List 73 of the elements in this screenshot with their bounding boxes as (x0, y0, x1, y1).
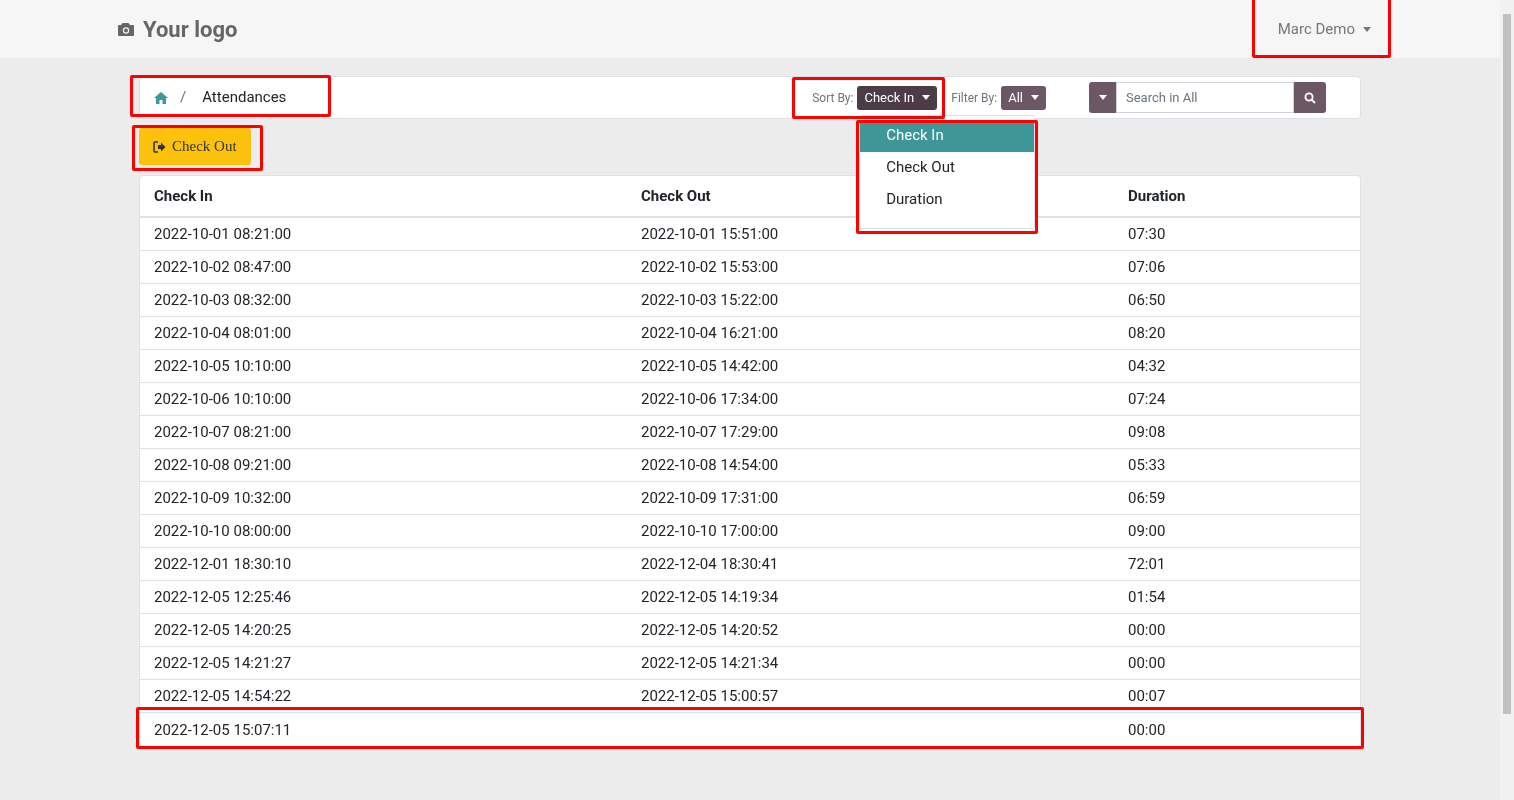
column-header: Check In (154, 187, 213, 205)
table-cell: 04:32 (1128, 357, 1166, 375)
table-cell: 72:01 (1128, 555, 1166, 573)
exit-icon (153, 140, 166, 153)
table-cell: 2022-10-09 10:32:00 (154, 489, 292, 507)
table-cell: 2022-12-05 14:19:34 (641, 588, 779, 606)
table-cell: 00:00 (1128, 654, 1166, 672)
table-cell: 00:00 (1128, 621, 1166, 639)
table-cell: 2022-12-05 15:00:57 (641, 687, 779, 705)
table-cell: 08:20 (1128, 324, 1166, 342)
table-cell: 09:00 (1128, 522, 1166, 540)
table-cell: 2022-12-05 14:20:25 (154, 621, 292, 639)
sort-dropdown[interactable]: Check In (857, 85, 938, 110)
table-cell: 2022-10-08 14:54:00 (641, 456, 779, 474)
search-options-button[interactable] (1089, 82, 1116, 113)
caret-icon (1031, 95, 1039, 100)
table-cell: 2022-10-01 08:21:00 (154, 225, 292, 243)
table-cell: 2022-12-05 15:07:11 (154, 720, 292, 739)
table-cell: 2022-10-03 15:22:00 (641, 291, 779, 309)
table-cell: 2022-12-05 14:21:27 (154, 654, 292, 672)
table-cell: 01:54 (1128, 588, 1166, 606)
table-cell: 2022-10-07 08:21:00 (154, 423, 292, 441)
table-cell: 2022-12-05 14:21:34 (641, 654, 779, 672)
table-cell: 07:24 (1128, 390, 1166, 408)
column-header: Duration (1128, 187, 1186, 205)
table-cell: 2022-10-04 16:21:00 (641, 324, 779, 342)
sort-label: Sort By: (812, 89, 854, 107)
caret-icon (922, 95, 931, 100)
table-cell: 2022-10-10 17:00:00 (641, 522, 779, 540)
table-cell: 07:30 (1128, 225, 1166, 243)
table-cell: 2022-10-02 15:53:00 (641, 258, 779, 276)
table-cell: 2022-12-05 14:20:52 (641, 621, 779, 639)
table-cell: 2022-10-04 08:01:00 (154, 324, 292, 342)
table-cell: 07:06 (1128, 258, 1166, 276)
user-menu[interactable]: Marc Demo (1265, 9, 1383, 49)
column-header: Check Out (641, 187, 711, 205)
sort-option[interactable]: Duration (860, 183, 1035, 216)
table-cell: 2022-10-05 14:42:00 (641, 357, 779, 375)
table-cell: 06:59 (1128, 489, 1166, 507)
table-cell: 00:07 (1128, 687, 1166, 705)
search-field[interactable]: Search in All (1116, 82, 1294, 113)
caret-icon (1098, 95, 1107, 100)
home-icon[interactable] (154, 91, 168, 104)
camera-icon (117, 21, 135, 37)
table-cell: 2022-12-05 14:54:22 (154, 687, 292, 705)
table-cell: 2022-10-06 17:34:00 (641, 390, 779, 408)
table-cell: 2022-10-06 10:10:00 (154, 390, 292, 408)
search-icon (1304, 91, 1316, 104)
table-cell: 2022-10-03 08:32:00 (154, 291, 292, 309)
table-cell: 05:33 (1128, 456, 1166, 474)
caret-icon (1363, 26, 1371, 32)
table-cell: 2022-12-04 18:30:41 (641, 555, 779, 573)
table-cell: 2022-10-02 08:47:00 (154, 258, 292, 276)
table-cell: 2022-10-08 09:21:00 (154, 456, 292, 474)
table-cell: 2022-10-05 10:10:00 (154, 357, 292, 375)
filter-label: Filter By: (951, 89, 998, 107)
table-cell: 06:50 (1128, 291, 1166, 309)
table-cell: 2022-12-05 12:25:46 (154, 588, 292, 606)
sort-option[interactable]: Check Out (860, 151, 1035, 184)
table-cell: 2022-10-09 17:31:00 (641, 489, 779, 507)
breadcrumb-separator: / (180, 87, 187, 109)
check-out-button[interactable]: Check Out (139, 128, 251, 165)
table-cell: 09:08 (1128, 423, 1166, 441)
table-cell: 2022-10-10 08:00:00 (154, 522, 292, 540)
scrollbar-thumb[interactable] (1503, 14, 1511, 714)
search-button[interactable] (1294, 82, 1326, 113)
table-cell: 2022-12-01 18:30:10 (154, 555, 292, 573)
table-cell: 00:00 (1128, 720, 1166, 739)
logo-text: Your logo (143, 15, 238, 44)
breadcrumb-current: Attendances (202, 87, 287, 109)
table-cell: 2022-10-01 15:51:00 (641, 225, 779, 243)
filter-dropdown[interactable]: All (1001, 85, 1046, 110)
table-cell: 2022-10-07 17:29:00 (641, 423, 779, 441)
